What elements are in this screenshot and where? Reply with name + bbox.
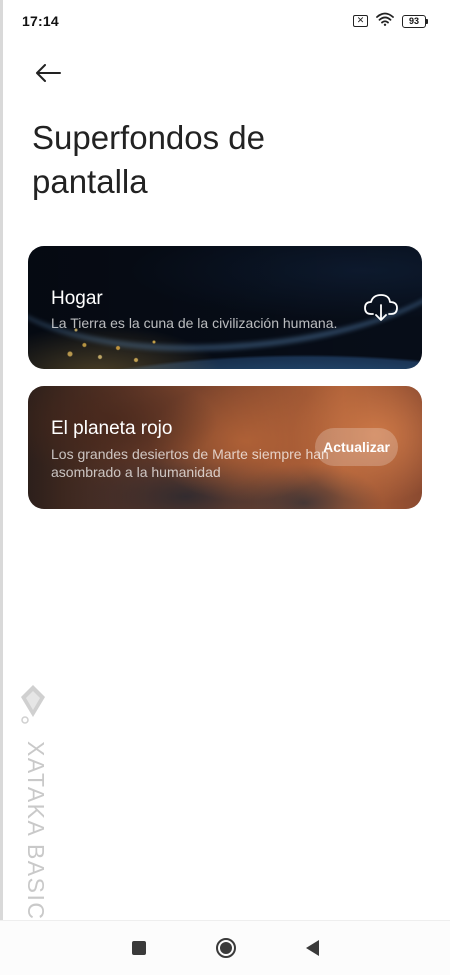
- cloud-download-icon[interactable]: [364, 292, 398, 322]
- back-button[interactable]: [32, 58, 64, 88]
- watermark-text: XATAKA BASICS: [23, 741, 49, 938]
- wifi-icon: [376, 12, 394, 31]
- update-button[interactable]: Actualizar: [315, 428, 398, 466]
- battery-level: 93: [402, 14, 426, 28]
- wallpaper-description: La Tierra es la cuna de la civilización …: [51, 315, 338, 331]
- wallpaper-title: El planeta rojo: [51, 418, 173, 439]
- home-circle-icon[interactable]: [215, 938, 236, 958]
- status-bar: 17:14 ✕ 93: [0, 0, 450, 42]
- status-icons: ✕ 93: [353, 12, 428, 31]
- back-triangle-icon[interactable]: [305, 940, 319, 956]
- sim-off-icon: ✕: [353, 15, 368, 27]
- home-dot: [219, 942, 232, 954]
- left-edge-line: [0, 0, 3, 975]
- battery-tip: [426, 18, 428, 24]
- battery-icon: 93: [402, 14, 428, 28]
- wallpaper-card-hogar[interactable]: Hogar La Tierra es la cuna de la civiliz…: [28, 246, 422, 369]
- status-time: 17:14: [22, 13, 59, 29]
- page-title: Superfondos de pantalla: [32, 119, 266, 200]
- wallpaper-card-planeta-rojo[interactable]: El planeta rojo Los grandes desiertos de…: [28, 386, 422, 509]
- wallpaper-title: Hogar: [51, 288, 103, 309]
- navigation-bar: [0, 920, 450, 975]
- xataka-logo-icon: [21, 685, 45, 724]
- recents-square-icon[interactable]: [131, 941, 146, 955]
- arrow-left-icon: [36, 64, 61, 82]
